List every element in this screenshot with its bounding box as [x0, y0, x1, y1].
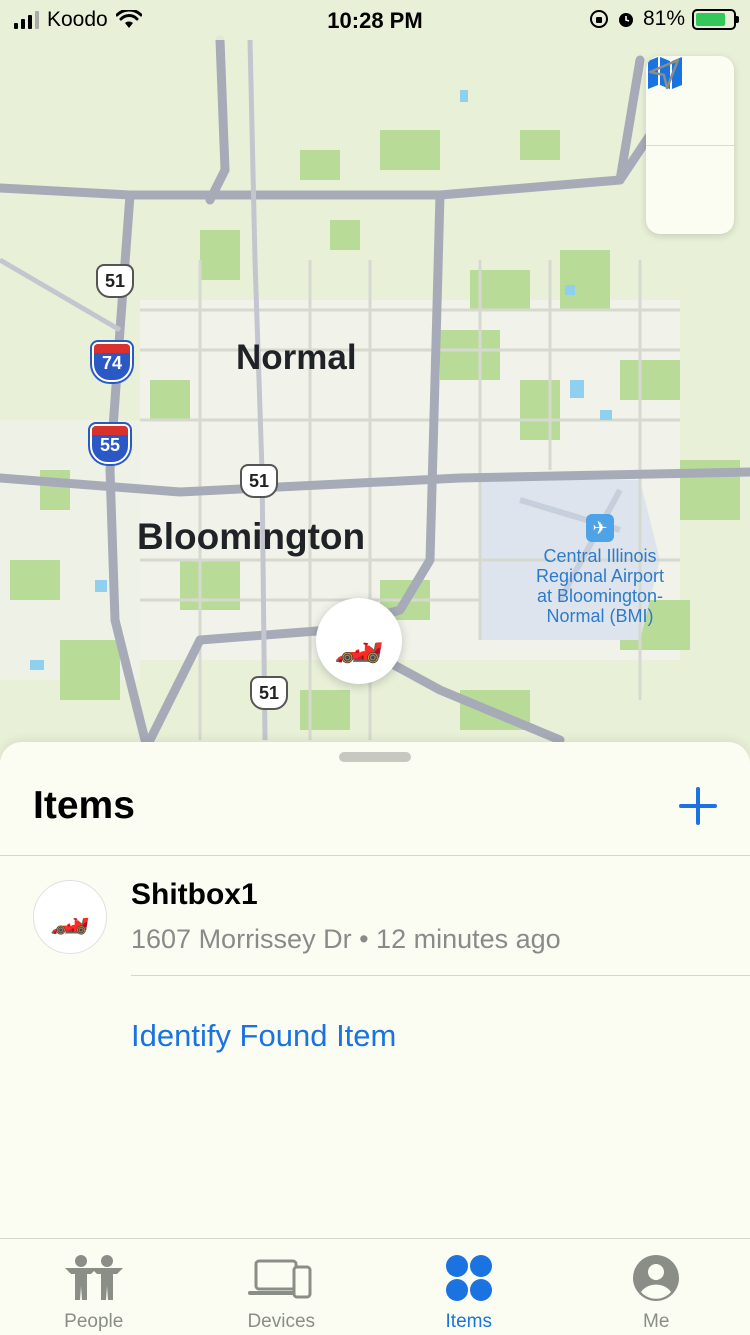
tab-label: Items — [446, 1311, 492, 1333]
items-sheet: Items 🏎️ Shitbox1 1607 Morrissey Dr • 12… — [0, 742, 750, 1238]
alarm-icon — [616, 9, 636, 29]
tab-people[interactable]: People — [0, 1239, 188, 1335]
airport-label-line: Regional Airport — [510, 566, 690, 586]
item-subtitle: 1607 Morrissey Dr • 12 minutes ago — [131, 924, 561, 955]
airport-label-line: at Bloomington- — [510, 586, 690, 606]
tab-me[interactable]: Me — [563, 1239, 750, 1335]
sheet-grabber[interactable] — [339, 752, 411, 762]
item-address: 1607 Morrissey Dr — [131, 924, 352, 954]
item-location-pin[interactable]: 🏎️ — [316, 598, 402, 684]
devices-icon — [248, 1257, 314, 1299]
current-location-button[interactable] — [646, 145, 734, 234]
us-route-shield: 51 — [96, 264, 134, 298]
person-circle-icon — [632, 1254, 680, 1302]
tab-bar: People Devices Items — [0, 1238, 750, 1335]
interstate-shield: 74 — [92, 342, 132, 382]
us-route-shield: 51 — [240, 464, 278, 498]
item-name: Shitbox1 — [131, 878, 258, 912]
items-icon — [444, 1253, 494, 1303]
tab-label: People — [64, 1311, 123, 1333]
airplane-icon[interactable]: ✈ — [586, 514, 614, 542]
battery-percent: 81% — [643, 7, 685, 31]
sheet-title: Items — [33, 784, 135, 828]
city-label-normal: Normal — [236, 338, 357, 378]
us-route-shield: 51 — [250, 676, 288, 710]
tab-devices[interactable]: Devices — [188, 1239, 376, 1335]
battery-icon — [692, 9, 736, 30]
item-last-seen: 12 minutes ago — [376, 924, 561, 954]
airport-label[interactable]: Central Illinois Regional Airport at Blo… — [510, 546, 690, 626]
race-car-icon: 🏎️ — [334, 618, 384, 665]
location-arrow-icon — [646, 56, 682, 92]
tab-label: Me — [643, 1311, 669, 1333]
race-car-icon: 🏎️ — [50, 898, 90, 936]
map-view[interactable]: Normal Bloomington ✈ Central Illinois Re… — [0, 0, 750, 760]
list-item[interactable]: 🏎️ Shitbox1 1607 Morrissey Dr • 12 minut… — [0, 856, 750, 976]
airport-label-line: Normal (BMI) — [510, 606, 690, 626]
orientation-lock-icon — [589, 9, 609, 29]
map-controls — [646, 56, 734, 234]
status-right: 81% — [589, 7, 736, 31]
tab-items[interactable]: Items — [375, 1239, 563, 1335]
interstate-shield: 55 — [90, 424, 130, 464]
item-avatar: 🏎️ — [33, 880, 107, 954]
separator-dot: • — [359, 924, 368, 954]
city-label-bloomington: Bloomington — [137, 516, 365, 558]
tab-label: Devices — [247, 1311, 315, 1333]
status-bar: Koodo 10:28 PM 81% — [0, 0, 750, 40]
plus-icon[interactable] — [678, 786, 718, 826]
airport-label-line: Central Illinois — [510, 546, 690, 566]
divider — [131, 975, 750, 976]
people-icon — [61, 1254, 127, 1302]
identify-found-item-link[interactable]: Identify Found Item — [131, 1018, 396, 1054]
